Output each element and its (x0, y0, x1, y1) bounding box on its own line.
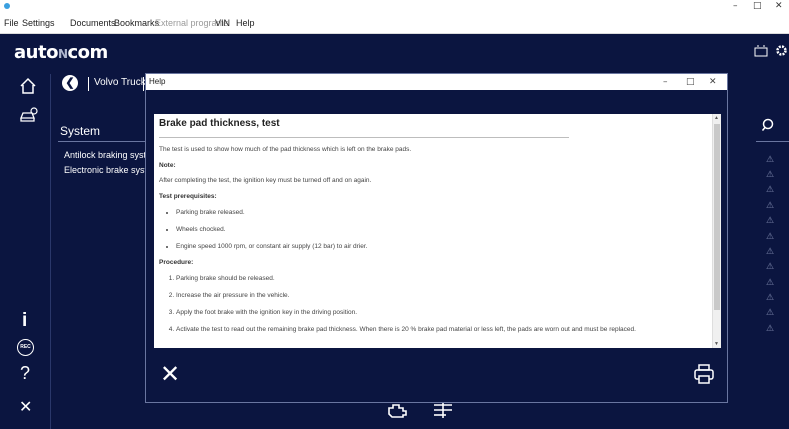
search-icon[interactable] (762, 118, 776, 132)
back-button[interactable]: ❮ (62, 75, 78, 91)
vehicle-settings-icon[interactable] (19, 106, 39, 124)
list-item: Parking brake should be released. (176, 275, 709, 283)
help-dialog-title: Help (149, 77, 166, 86)
note-text: After completing the test, the ignition … (159, 177, 372, 184)
help-heading: Brake pad thickness, test (159, 118, 569, 138)
warning-icon: ⚠ (766, 169, 775, 179)
menu-vin[interactable]: VIN (215, 18, 230, 28)
warning-icon: ⚠ (766, 292, 775, 302)
warning-icon: ⚠ (766, 154, 775, 164)
help-document: Brake pad thickness, test The test is us… (154, 114, 721, 348)
menubar: File Settings Documents Bookmarks Extern… (0, 12, 789, 34)
dialog-minimize-icon[interactable]: – (663, 75, 668, 89)
list-item: Engine speed 1000 rpm, or constant air s… (176, 243, 709, 251)
warning-icon: ⚠ (766, 215, 775, 225)
help-dialog: Help – □ ✕ Brake pad thickness, test The… (145, 73, 728, 403)
autocom-logo: autoNcom (14, 42, 108, 63)
right-panel-divider (756, 141, 789, 142)
list-item: Apply the foot brake with the ignition k… (176, 309, 709, 317)
menu-settings[interactable]: Settings (22, 18, 55, 28)
print-icon[interactable] (693, 363, 715, 385)
warning-icon: ⚠ (766, 231, 775, 241)
battery-icon (754, 45, 768, 57)
menu-bookmarks[interactable]: Bookmarks (114, 18, 159, 28)
procedure-label: Procedure: (159, 259, 194, 266)
list-item: Increase the air pressure in the vehicle… (176, 292, 709, 300)
app-area: autoNcom i REC ? ✕ ❮ Volvo Trucks System… (0, 34, 789, 429)
dialog-close-icon[interactable]: ✕ (709, 75, 717, 89)
nav-divider (50, 74, 51, 429)
procedure-list: Parking brake should be released. Increa… (176, 275, 709, 334)
window-titlebar: – □ ✕ (0, 0, 789, 12)
list-item: Activate the test to read out the remain… (176, 326, 709, 334)
help-dialog-titlebar: Help – □ ✕ (146, 74, 727, 90)
list-item: Parking brake released. (176, 209, 709, 217)
warning-icon: ⚠ (766, 200, 775, 210)
menu-file[interactable]: File (4, 18, 19, 28)
warning-icon: ⚠ (766, 246, 775, 256)
close-window-icon[interactable]: ✕ (775, 0, 783, 12)
engine-icon[interactable] (386, 402, 408, 420)
system-item-abs[interactable]: Antilock braking syster (64, 150, 146, 160)
warning-icon: ⚠ (766, 307, 775, 317)
help-icon[interactable]: ? (20, 364, 30, 382)
scroll-down-icon[interactable]: ▼ (714, 341, 719, 347)
warning-icon: ⚠ (766, 261, 775, 271)
exit-icon[interactable]: ✕ (19, 398, 32, 416)
transmission-filter-icon[interactable] (432, 400, 454, 420)
menu-help[interactable]: Help (236, 18, 255, 28)
home-icon[interactable] (19, 77, 37, 95)
system-divider (58, 141, 148, 142)
dialog-maximize-icon[interactable]: □ (686, 75, 695, 89)
warning-icon: ⚠ (766, 184, 775, 194)
help-scrollbar[interactable]: ▲ ▼ (712, 114, 721, 348)
prerequisites-label: Test prerequisites: (159, 193, 217, 200)
list-item: Wheels chocked. (176, 226, 709, 234)
warning-icon: ⚠ (766, 277, 775, 287)
warning-icon: ⚠ (766, 323, 775, 333)
record-icon[interactable]: REC (17, 339, 34, 356)
system-item-ebs[interactable]: Electronic brake syster (64, 165, 146, 175)
help-intro: The test is used to show how much of the… (159, 146, 412, 153)
scroll-thumb[interactable] (714, 124, 720, 310)
prerequisites-list: Parking brake released. Wheels chocked. … (176, 209, 709, 251)
maximize-icon[interactable]: □ (753, 0, 762, 12)
close-help-button[interactable]: ✕ (160, 362, 180, 386)
breadcrumb-separator (143, 77, 144, 91)
info-icon[interactable]: i (22, 311, 27, 330)
note-label: Note: (159, 162, 176, 169)
system-heading: System (60, 124, 101, 138)
scroll-up-icon[interactable]: ▲ (714, 115, 719, 121)
settings-gear-icon[interactable] (774, 43, 789, 58)
minimize-icon[interactable]: – (733, 0, 738, 12)
breadcrumb-separator (88, 77, 89, 91)
app-icon (4, 3, 10, 9)
menu-documents[interactable]: Documents (70, 18, 116, 28)
